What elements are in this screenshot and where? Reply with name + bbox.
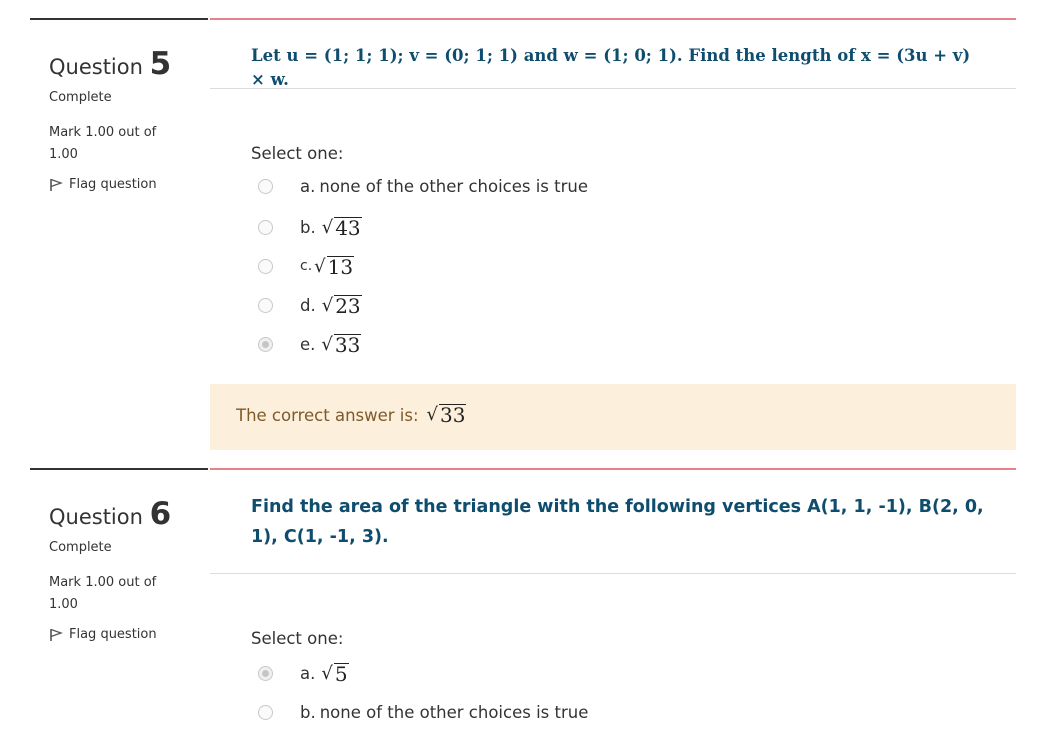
radicand: 33 xyxy=(333,332,362,357)
radical-sign: √ xyxy=(321,294,334,316)
radical-sign: √ xyxy=(314,255,326,277)
answer-option-a[interactable]: a. none of the other choices is true xyxy=(258,171,588,201)
sqrt-value: √ 13 xyxy=(314,254,355,279)
answer-option-b[interactable]: b. √ 43 xyxy=(258,212,362,242)
radio-button[interactable] xyxy=(258,219,273,235)
question-5: Question 5 Complete Mark 1.00 out of 1.0… xyxy=(30,18,1016,450)
option-letter: e. xyxy=(300,334,316,354)
question-label: Question xyxy=(49,505,143,529)
question-grade: Mark 1.00 out of 1.00 xyxy=(49,575,157,612)
question-number: Question 6 xyxy=(49,496,171,532)
flag-icon xyxy=(49,628,63,642)
correct-answer-feedback: The correct answer is: √ 33 xyxy=(236,404,467,425)
radical-sign: √ xyxy=(321,333,333,355)
answer-option-c[interactable]: c. √ 13 xyxy=(258,251,355,281)
question-label: Question xyxy=(49,55,143,79)
radio-button[interactable] xyxy=(258,258,273,274)
answer-option-b[interactable]: b. none of the other choices is true xyxy=(258,697,588,727)
question-6: Question 6 Complete Mark 1.00 out of 1.0… xyxy=(30,468,1016,730)
option-letter: c. xyxy=(300,258,313,274)
question-content: Find the area of the triangle with the f… xyxy=(210,468,1016,732)
radicand: 33 xyxy=(439,403,467,427)
sqrt-value: √ 33 xyxy=(321,332,362,357)
select-one-prompt: Select one: xyxy=(251,629,344,648)
radio-button[interactable] xyxy=(258,178,273,194)
option-text: none of the other choices is true xyxy=(319,176,588,196)
radio-button-selected[interactable] xyxy=(258,336,273,352)
flag-question-button[interactable]: Flag question xyxy=(49,177,157,192)
radicand: 23 xyxy=(334,293,362,318)
radicand: 13 xyxy=(326,254,355,279)
option-letter: b. xyxy=(300,217,316,237)
feedback-box: The correct answer is: √ 33 xyxy=(210,384,1016,450)
question-number: Question 5 xyxy=(49,46,171,82)
radicand: 43 xyxy=(334,215,362,240)
flag-question-label: Flag question xyxy=(69,177,157,192)
radical-sign: √ xyxy=(321,662,333,684)
radio-button[interactable] xyxy=(258,297,273,313)
question-number-value: 6 xyxy=(149,496,172,532)
option-letter: a. xyxy=(300,663,316,683)
sqrt-value: √ 33 xyxy=(427,404,467,425)
question-text: Let u = (1; 1; 1); v = (0; 1; 1) and w =… xyxy=(251,46,971,89)
option-text: none of the other choices is true xyxy=(319,702,589,722)
radicand: 5 xyxy=(333,661,349,686)
question-info: Question 5 Complete Mark 1.00 out of 1.0… xyxy=(30,18,208,452)
sqrt-value: √ 23 xyxy=(321,293,362,318)
answer-option-a[interactable]: a. √ 5 xyxy=(258,658,349,688)
flag-question-button[interactable]: Flag question xyxy=(49,627,157,642)
question-state: Complete xyxy=(49,90,112,105)
sqrt-value: √ 5 xyxy=(321,661,349,686)
flag-question-label: Flag question xyxy=(69,627,157,642)
question-number-value: 5 xyxy=(149,46,172,82)
option-letter: b. xyxy=(300,702,316,722)
sqrt-value: √ 43 xyxy=(321,215,362,240)
divider xyxy=(210,88,1016,89)
radical-sign: √ xyxy=(426,404,439,425)
feedback-label: The correct answer is: xyxy=(236,406,419,425)
question-info: Question 6 Complete Mark 1.00 out of 1.0… xyxy=(30,468,208,732)
question-text: Find the area of the triangle with the f… xyxy=(251,497,984,547)
question-grade: Mark 1.00 out of 1.00 xyxy=(49,125,157,162)
option-letter: a. xyxy=(300,176,316,196)
answer-option-e[interactable]: e. √ 33 xyxy=(258,329,362,359)
select-one-prompt: Select one: xyxy=(251,144,344,163)
option-letter: d. xyxy=(300,295,316,315)
divider xyxy=(210,573,1016,574)
question-content: Let u = (1; 1; 1); v = (0; 1; 1) and w =… xyxy=(210,18,1016,452)
flag-icon xyxy=(49,178,63,192)
radio-button-selected[interactable] xyxy=(258,665,273,681)
question-state: Complete xyxy=(49,540,112,555)
radio-button[interactable] xyxy=(258,704,273,720)
radical-sign: √ xyxy=(321,216,334,238)
answer-option-d[interactable]: d. √ 23 xyxy=(258,290,362,320)
